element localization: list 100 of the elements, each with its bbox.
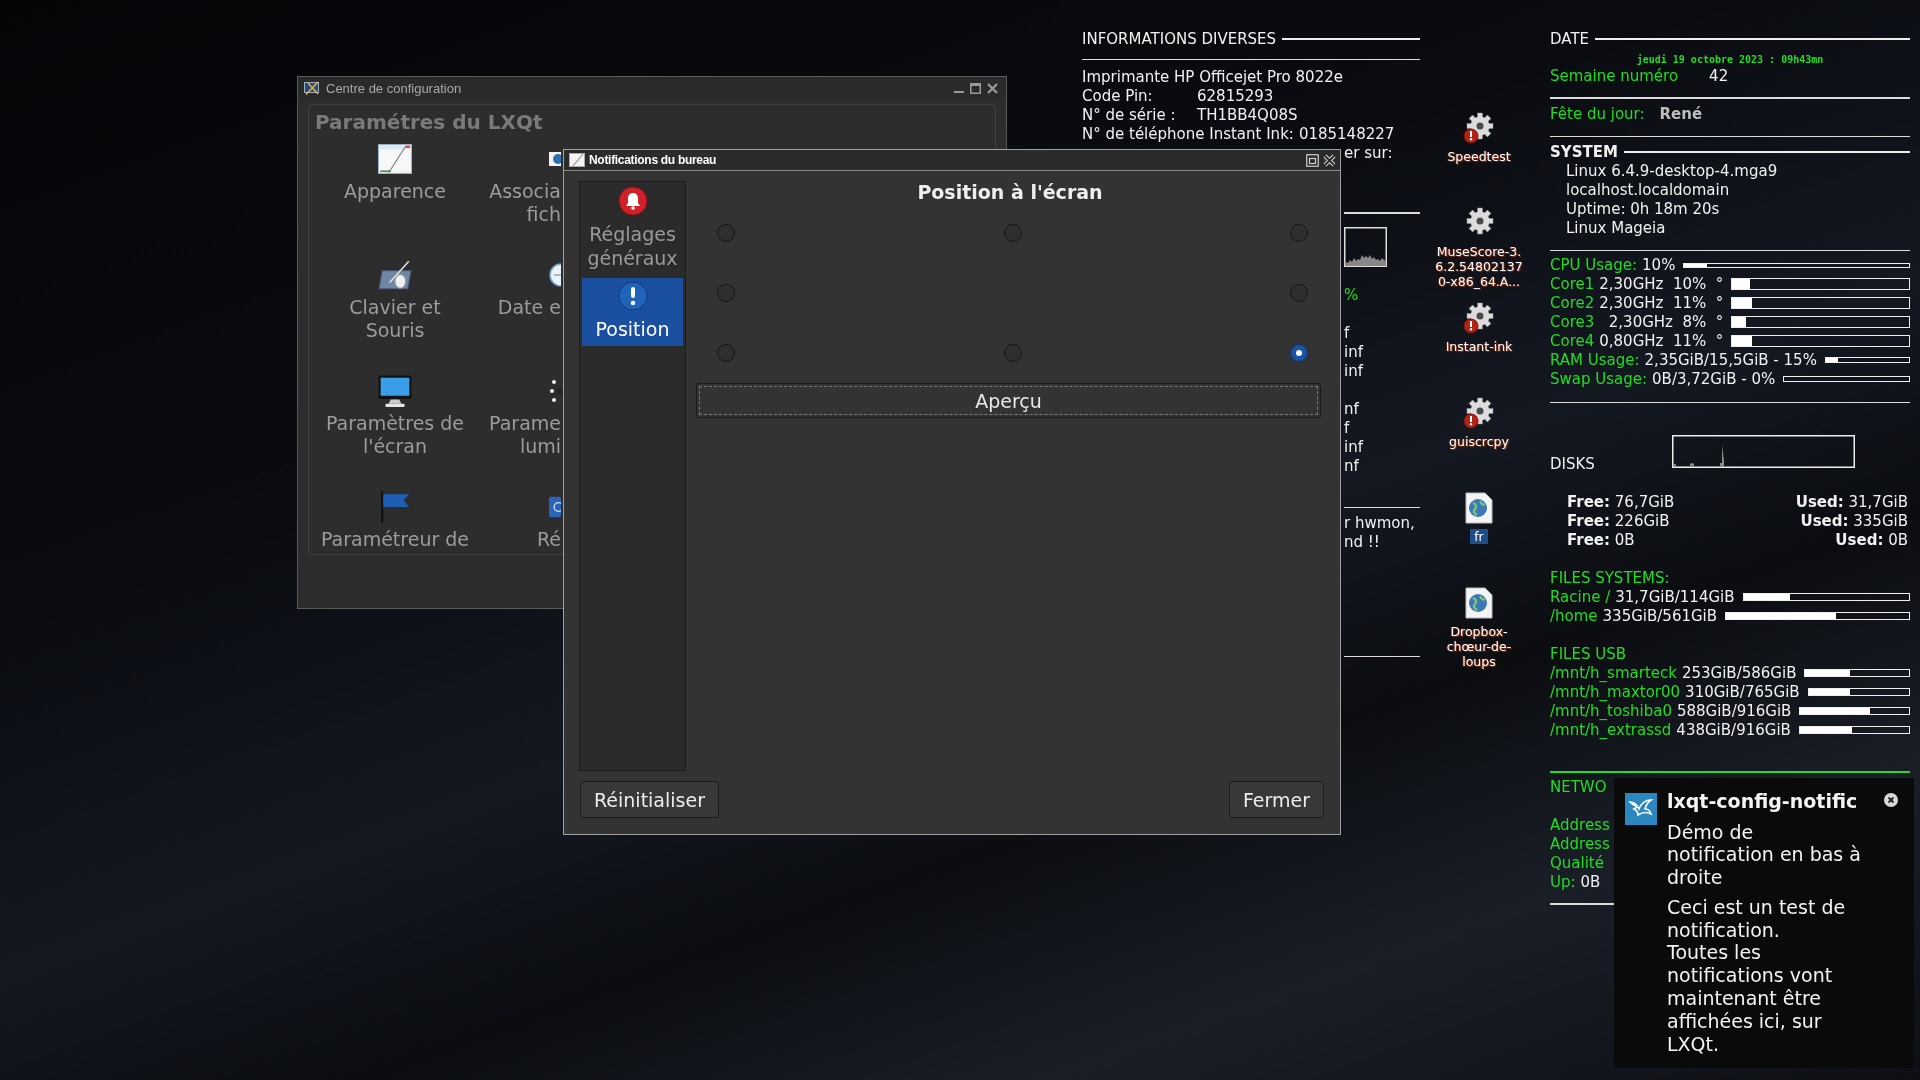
info-text: inf [1344,361,1363,381]
radio-button[interactable] [1003,344,1022,362]
shortcut-label[interactable]: MuseScore-3. 6.2.54802137 0-x86_64.A... [1435,244,1523,289]
item-label[interactable]: Parame lumi [489,412,561,458]
system-info: Linux Mageia [1565,218,1667,238]
shortcut-label[interactable]: fr [1470,529,1488,544]
disk-used: Used: 335GiB [1800,511,1908,531]
disk-used: Used: 31,7GiB [1795,492,1908,512]
info-text: % [1344,285,1359,305]
usage-value: 2,30GHz 8% ° [1607,312,1724,332]
radio-button[interactable] [1290,344,1308,362]
shortcut-label[interactable]: guiscrcpy [1449,434,1509,449]
document-icon [569,153,585,167]
usage-label: Core1 [1550,274,1595,294]
dialog-button[interactable]: Fermer [1228,781,1324,818]
mount-label: Racine / [1550,587,1611,607]
item-label[interactable]: Associa fich [489,180,561,226]
preview-button[interactable]: Aperçu [696,383,1321,418]
bird-icon [1625,793,1657,825]
item-label[interactable]: Date e [497,296,561,319]
item-label[interactable]: Paramétreur de [320,528,470,551]
panel-heading: SYSTEM [1550,142,1618,162]
restore-icon[interactable] [1306,153,1319,167]
panel-heading: INFORMATIONS DIVERSES [1082,29,1277,49]
week-number: 42 [1709,67,1729,86]
close-icon[interactable] [1323,153,1336,167]
info-value: TH1BB4Q08S [1197,106,1298,125]
gear-warning-icon[interactable] [1463,112,1495,144]
info-text: nf [1344,399,1360,419]
date-time: jeudi 19 octobre 2023 : 09h43mn [1635,53,1825,67]
mount-usage: 31,7GiB/114GiB [1615,587,1735,607]
window-icon[interactable] [378,143,412,175]
info-label: N° de téléphone Instant Ink: [1082,125,1294,144]
item-label[interactable]: Ré [536,528,561,551]
radio-button[interactable] [717,224,735,242]
info-text: inf [1344,437,1363,457]
info-text: nd !! [1344,532,1381,552]
shortcut-label[interactable]: Instant-ink [1445,339,1513,354]
info-text: nf [1344,456,1360,476]
radio-button[interactable] [1003,224,1022,242]
flag-icon[interactable] [378,491,412,523]
mount-label: /mnt/h_smarteck [1550,663,1677,683]
disk-used: Used: 0B [1835,530,1908,550]
sidebar-item[interactable]: Réglages généraux [582,183,683,275]
notification-title: lxqt-config-notific [1667,789,1859,813]
system-info: Linux 6.4.9-desktop-4.mga9 [1565,161,1779,181]
radio-button[interactable] [717,284,735,302]
info-text: r hwmon, [1344,513,1415,533]
exclamation-icon [617,281,648,311]
info-text: f [1344,418,1351,438]
info-value: 62815293 [1197,87,1274,106]
usage-value: 2,30GHz 11% ° [1599,293,1724,313]
item-label[interactable]: Clavier et Souris [349,296,441,342]
network-label: Address [1550,816,1610,835]
radio-button[interactable] [717,344,735,362]
info-label: Imprimante HP Officejet Pro 8022e [1082,68,1343,87]
tablet-mouse-icon[interactable] [378,259,412,291]
maximize-icon[interactable] [970,82,981,94]
usage-value: 0B/3,72GiB - 0% [1652,369,1776,389]
gear-warning-icon[interactable] [1463,302,1495,334]
info-label: Code Pin: [1082,87,1154,106]
usage-label: Core3 [1550,312,1595,332]
gear-warning-icon[interactable] [1463,397,1495,429]
mount-label: /mnt/h_toshiba0 [1550,701,1672,721]
item-label[interactable]: Paramètres de l'écran [325,412,465,458]
dialog-title: Notifications du bureau [589,153,718,167]
tile-icon[interactable] [549,495,561,519]
globe-document-icon[interactable] [1463,587,1495,619]
section-heading: NETWO [1550,778,1608,797]
globe-document-icon[interactable] [1463,492,1495,524]
usage-label: CPU Usage: [1550,255,1638,275]
close-icon[interactable] [1884,793,1898,807]
monitor-icon[interactable] [378,375,412,407]
notification-body: Toutes les notifications vont maintenant être affichées ici, sur LXQt. [1667,941,1834,1056]
network-value: 0B [1580,873,1601,892]
section-heading: FILES SYSTEMS: [1550,568,1671,588]
disk-free: Free: 0B [1567,530,1635,550]
dialog-button[interactable]: Réinitialiser [580,781,719,818]
mount-usage: 253GiB/586GiB [1681,663,1797,683]
group-heading: Paramétres du LXQt [314,109,544,134]
dots-icon[interactable] [549,379,561,403]
notification-body: Ceci est un test de notification. [1667,895,1847,942]
bell-icon [617,186,648,216]
clock-icon[interactable] [549,263,561,287]
radio-button[interactable] [1290,284,1308,302]
network-label: Up: [1550,873,1576,892]
usage-label: Swap Usage: [1550,369,1648,389]
shortcut-label[interactable]: Dropbox- chœur-de- loups [1446,624,1512,669]
item-label[interactable]: Apparence [344,180,446,203]
radio-button[interactable] [1290,224,1308,242]
usage-value: 10% [1642,255,1676,275]
system-info: localhost.localdomain [1565,180,1731,200]
info-value: 0185148227 [1298,125,1395,144]
sidebar-item[interactable]: Position [582,278,683,346]
section-heading: FILES USB [1550,644,1627,664]
shortcut-label[interactable]: Speedtest [1447,149,1511,164]
usage-value: 2,35GiB/15,5GiB - 15% [1644,350,1817,370]
system-info: Uptime: 0h 18m 20s [1565,199,1721,219]
mount-usage: 588GiB/916GiB [1676,701,1792,721]
notification-summary: Démo de notification en bas à droite [1667,820,1862,889]
